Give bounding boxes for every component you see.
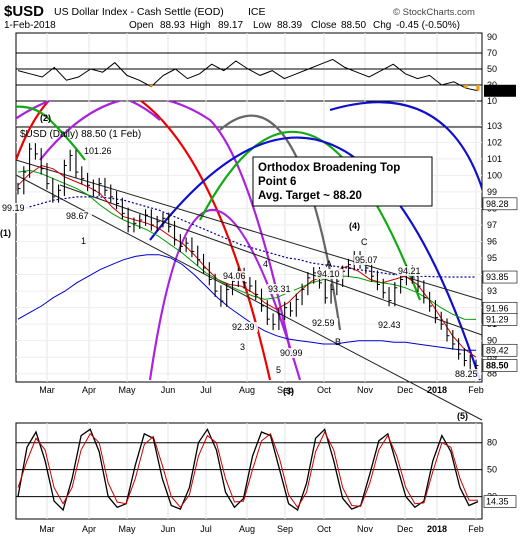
stoch-x-tick-label: Sep [277, 524, 293, 534]
stoch-x-tick-label: Oct [317, 524, 332, 534]
price-pivot-label: 94.06 [223, 271, 246, 281]
price-y-tick-label: 96 [487, 237, 497, 247]
open-value: 88.93 [160, 20, 185, 31]
price-pivot-label: 94.10 [317, 269, 340, 279]
date-label: 1-Feb-2018 [4, 20, 56, 31]
stoch-y-tick-label: 50 [487, 465, 497, 475]
price-pivot-label: 94.21 [398, 266, 421, 276]
wave-label-minor: A [326, 259, 332, 269]
price-x-tick-label: 2018 [427, 385, 447, 395]
low-value: 88.39 [277, 20, 302, 31]
price-x-tick-label: Oct [317, 385, 332, 395]
stoch-x-tick-label: Nov [357, 524, 374, 534]
callout-line-2: Point 6 [258, 176, 296, 188]
instrument-name: US Dollar Index - Cash Settle (EOD) [54, 6, 224, 18]
price-x-tick-label: Aug [239, 385, 255, 395]
wave-label-minor: 3 [240, 342, 245, 352]
price-value-tag-label: 91.29 [486, 314, 509, 324]
stoch-x-tick-label: Apr [82, 524, 96, 534]
price-value-tag-label: 98.28 [486, 199, 509, 209]
price-value-tag-label: 91.96 [486, 303, 509, 313]
indicator-y-tick-label: 70 [487, 48, 497, 58]
wave-label-major: (1) [0, 228, 11, 238]
indicator-last-value: 22.79 [486, 86, 509, 96]
stoch-x-tick-label: Jul [200, 524, 212, 534]
stoch-last-value: 14.35 [486, 497, 509, 507]
chg-value: -0.45 (-0.50%) [396, 20, 460, 31]
low-label: Low [253, 20, 272, 31]
price-x-tick-label: Jul [200, 385, 212, 395]
price-pivot-label: 101.26 [84, 146, 112, 156]
wave-label-minor: 4 [263, 259, 268, 269]
price-y-tick-label: 103 [487, 121, 502, 131]
price-pivot-label: 98.67 [66, 211, 89, 221]
stoch-x-tick-label: Aug [239, 524, 255, 534]
price-x-tick-label: Jun [161, 385, 176, 395]
price-panel-title: $USD (Daily) 88.50 (1 Feb) [20, 129, 141, 140]
wave-label-minor: B [335, 337, 341, 347]
price-x-tick-label: Apr [82, 385, 96, 395]
price-value-tag-label: 88.50 [486, 360, 509, 370]
price-y-tick-label: 102 [487, 137, 502, 147]
callout-line-3: Avg. Target ~ 88.20 [258, 190, 362, 202]
wave-label-minor: 1 [81, 236, 86, 246]
price-x-tick-label: May [118, 385, 136, 395]
high-label: High [190, 20, 211, 31]
indicator-y-tick-label: 10 [487, 96, 497, 106]
price-value-tag-label: 89.42 [486, 345, 509, 355]
price-pivot-label: 95.07 [355, 255, 378, 265]
price-x-tick-label: Nov [357, 385, 374, 395]
price-pivot-label: 92.43 [378, 320, 401, 330]
price-pivot-label: 93.31 [268, 284, 291, 294]
price-pivot-label: 88.25 [455, 369, 478, 379]
indicator-y-tick-label: 90 [487, 32, 497, 42]
price-value-tag-label: 93.85 [486, 272, 509, 282]
exchange-label: ICE [248, 6, 266, 18]
stoch-x-tick-label: Feb [468, 524, 484, 534]
indicator-y-tick-label: 50 [487, 64, 497, 74]
price-y-tick-label: 101 [487, 154, 502, 164]
price-pivot-label: 92.39 [232, 322, 255, 332]
stoch-x-tick-label: Mar [39, 524, 55, 534]
wave-label-minor: 5 [276, 365, 281, 375]
price-x-tick-label: Mar [39, 385, 55, 395]
chg-label: Chg [373, 20, 391, 31]
stoch-y-tick-label: 80 [487, 438, 497, 448]
price-y-tick-label: 97 [487, 220, 497, 230]
stoch-x-tick-label: May [118, 524, 136, 534]
price-y-tick-label: 93 [487, 286, 497, 296]
watermark: © StockCharts.com [393, 7, 475, 18]
price-y-tick-label: 99 [487, 187, 497, 197]
indicator-panel-frame [15, 32, 483, 102]
stoch-x-tick-label: Dec [397, 524, 414, 534]
price-pivot-label: 90.99 [280, 348, 303, 358]
price-y-tick-label: 95 [487, 253, 497, 263]
price-y-tick-label: 100 [487, 170, 502, 180]
high-value: 89.17 [218, 20, 243, 31]
wave-label-major: (2) [40, 113, 51, 123]
symbol-title: $USD [4, 3, 44, 20]
close-value: 88.50 [341, 20, 366, 31]
chart-root: $USD US Dollar Index - Cash Settle (EOD)… [0, 3, 518, 534]
close-label: Close [311, 20, 337, 31]
price-x-tick-label: Feb [468, 385, 484, 395]
price-pivot-label: 99.19 [2, 203, 25, 213]
wave-label-major: (5) [457, 411, 468, 421]
wave-label-major: (4) [349, 221, 360, 231]
open-label: Open [129, 20, 153, 31]
wave-label-major: (3) [283, 386, 294, 396]
callout-line-1: Orthodox Broadening Top [258, 162, 400, 174]
wave-label-minor: C [361, 237, 368, 247]
stoch-x-tick-label: 2018 [427, 524, 447, 534]
price-x-tick-label: Dec [397, 385, 414, 395]
stoch-x-tick-label: Jun [161, 524, 176, 534]
price-pivot-label: 92.59 [312, 318, 335, 328]
